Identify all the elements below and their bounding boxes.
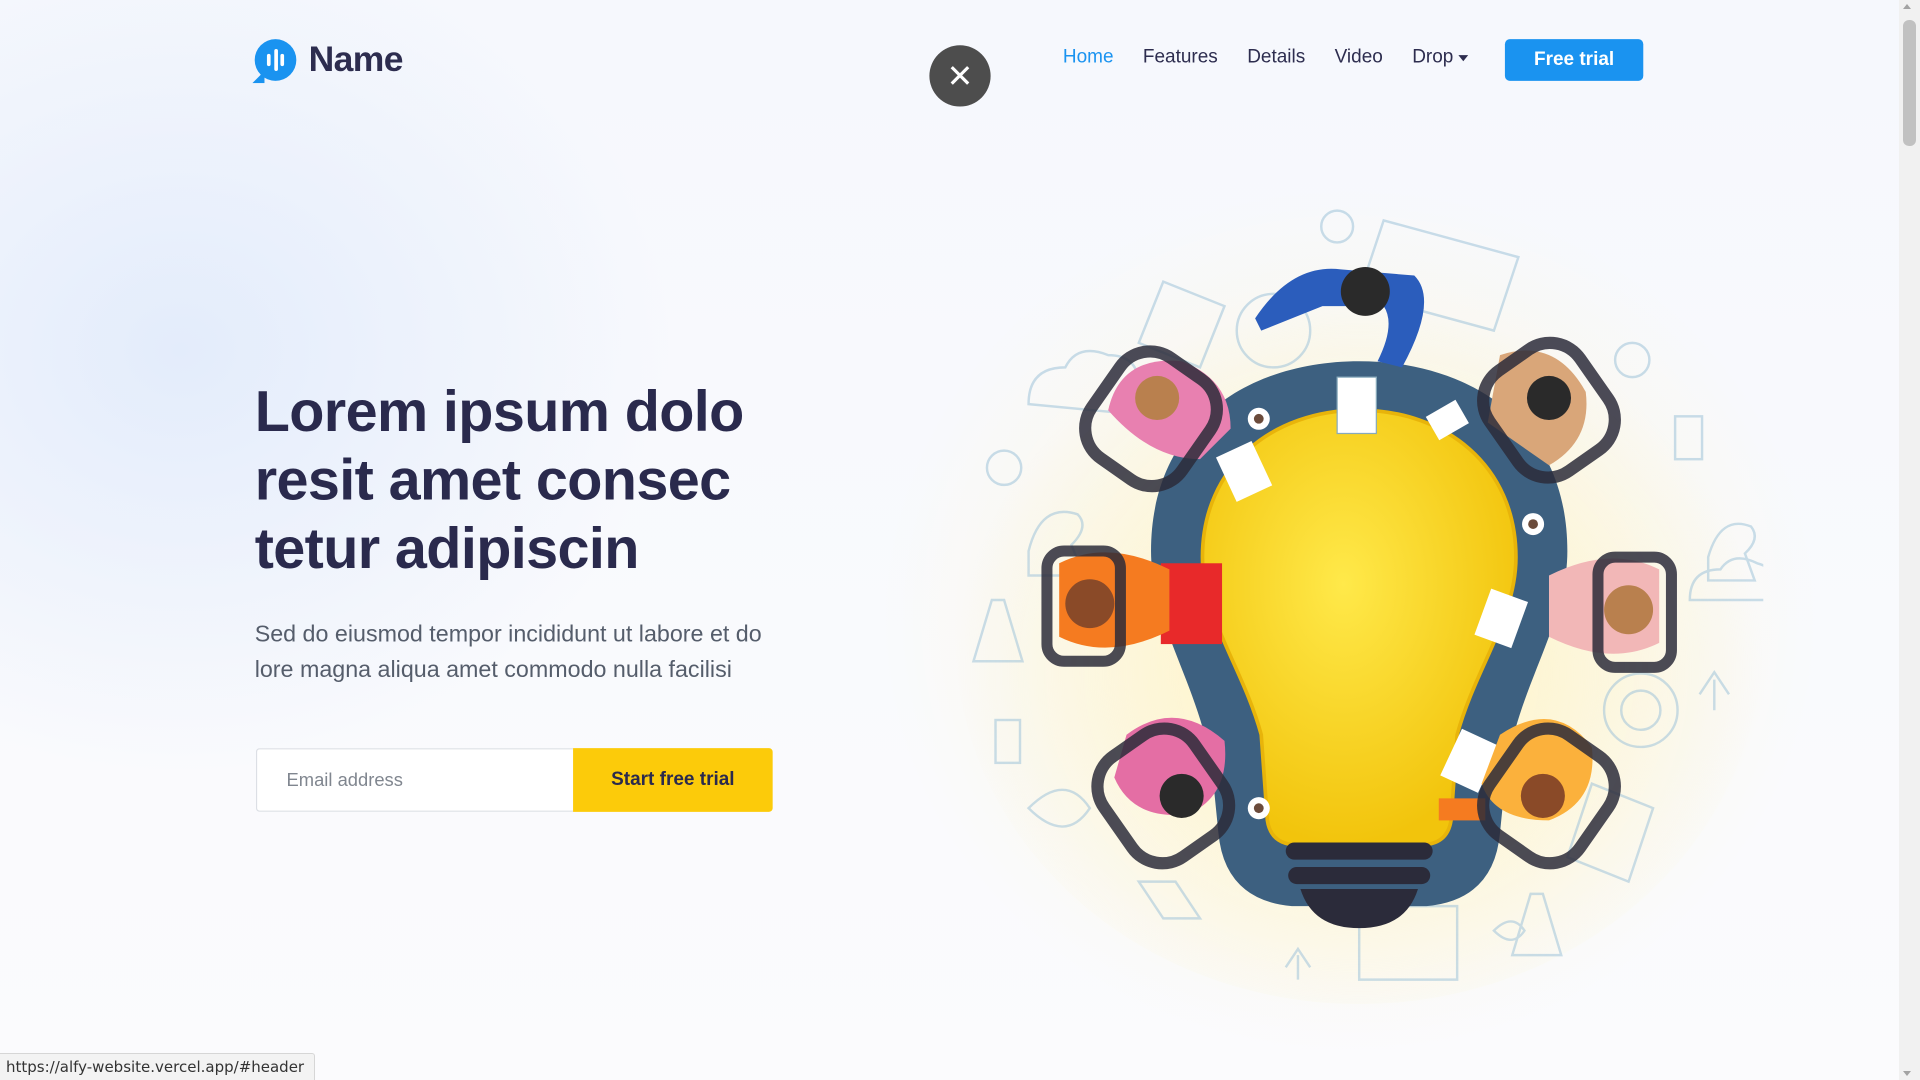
email-input[interactable] [255,748,574,812]
scroll-thumb[interactable] [1903,20,1916,146]
start-free-trial-button[interactable]: Start free trial [573,748,773,812]
hero-subtitle: Sed do eiusmod tempor incididunt ut labo… [254,622,762,684]
lightbulb-meeting-illustration [955,209,1764,1005]
free-trial-button[interactable]: Free trial [1504,39,1644,81]
chat-bars-icon [254,39,297,81]
bulb-base-ring [1285,842,1433,860]
nav-drop[interactable]: Drop [1412,46,1469,69]
page-stage: Name ✕ Home Features Details Video Drop … [0,0,1920,1080]
caret-down-icon [1458,55,1469,62]
close-icon: ✕ [946,57,974,95]
document-icon [1336,376,1377,435]
nav-details[interactable]: Details [1247,47,1305,69]
hero-title: Lorem ipsum dolo resit amet consec tetur… [254,378,745,581]
page-scrollbar[interactable] [1899,0,1920,1080]
brand-name: Name [308,39,404,79]
main-nav: Home Features Details Video Drop [1063,47,1498,69]
nav-video[interactable]: Video [1335,47,1383,69]
brand-logo[interactable]: Name [254,39,404,81]
laptop-icon [1160,563,1223,645]
scroll-down-arrow-icon[interactable] [1903,1071,1911,1076]
close-button[interactable]: ✕ [929,45,991,107]
status-bar-url: https://alfy-website.vercel.app/#header [0,1053,316,1080]
pin-icon [1320,209,1355,244]
nav-drop-label: Drop [1412,46,1454,68]
signup-form: Start free trial [255,748,773,812]
nav-features[interactable]: Features [1143,47,1218,69]
nav-home[interactable]: Home [1063,47,1114,69]
bulb-base-ring [1288,866,1431,885]
scroll-up-arrow-icon[interactable] [1903,4,1911,9]
